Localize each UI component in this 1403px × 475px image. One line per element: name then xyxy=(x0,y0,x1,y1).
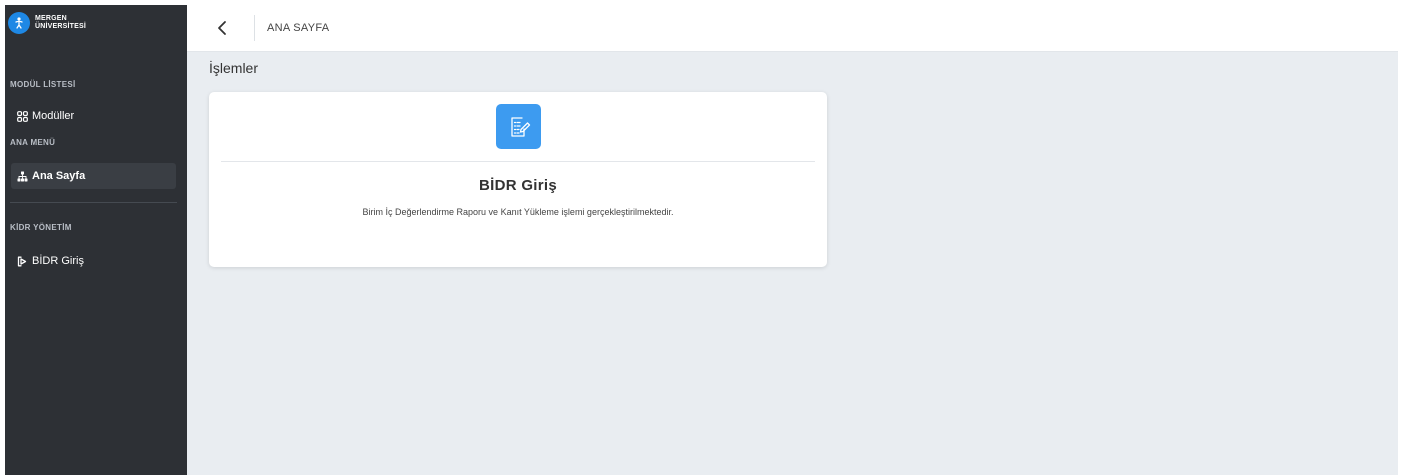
brand-line-1: MERGEN xyxy=(35,15,67,22)
grid-icon xyxy=(16,110,29,123)
page-title: İşlemler xyxy=(209,60,259,76)
section-title-kidr-yonetim: KİDR YÖNETİM xyxy=(10,223,72,232)
sidebar-divider xyxy=(10,202,177,203)
breadcrumb: ANA SAYFA xyxy=(267,22,330,34)
login-icon xyxy=(16,255,29,268)
brand-name: MERGEN ÜNİVERSİTESİ xyxy=(35,15,86,31)
sidebar: MERGEN ÜNİVERSİTESİ MODÜL LİSTESİ Modüll… xyxy=(5,5,187,475)
document-edit-icon xyxy=(496,104,541,149)
main-area: ANA SAYFA İşlemler BİDR Giriş Birim İç D… xyxy=(187,5,1398,475)
card-description: Birim İç Değerlendirme Raporu ve Kanıt Y… xyxy=(362,207,674,217)
back-button[interactable] xyxy=(211,17,233,39)
sidebar-item-ana-sayfa[interactable]: Ana Sayfa xyxy=(11,163,176,189)
brand[interactable]: MERGEN ÜNİVERSİTESİ xyxy=(5,5,187,41)
card-title: BİDR Giriş xyxy=(478,177,557,194)
sidebar-item-label: Modüller xyxy=(32,110,75,122)
topbar-separator xyxy=(254,15,255,41)
section-title-ana-menu: ANA MENÜ xyxy=(10,138,56,147)
sidebar-item-bidr-giris[interactable]: BİDR Giriş xyxy=(11,248,176,274)
university-logo-icon xyxy=(8,12,30,34)
sidebar-item-label: Ana Sayfa xyxy=(32,170,86,182)
sidebar-item-label: BİDR Giriş xyxy=(32,255,84,267)
chevron-left-icon xyxy=(218,21,226,35)
sitemap-icon xyxy=(16,170,29,183)
bidr-giris-card[interactable]: BİDR Giriş Birim İç Değerlendirme Raporu… xyxy=(209,92,827,267)
app-frame: MERGEN ÜNİVERSİTESİ MODÜL LİSTESİ Modüll… xyxy=(5,5,1398,475)
sidebar-item-moduller[interactable]: Modüller xyxy=(11,103,176,129)
card-divider xyxy=(221,161,815,162)
brand-line-2: ÜNİVERSİTESİ xyxy=(35,23,87,30)
content: İşlemler BİDR Giriş Birim İç Değerlendir… xyxy=(187,52,1398,475)
topbar: ANA SAYFA xyxy=(187,5,1398,52)
section-title-modul-listesi: MODÜL LİSTESİ xyxy=(10,80,76,89)
